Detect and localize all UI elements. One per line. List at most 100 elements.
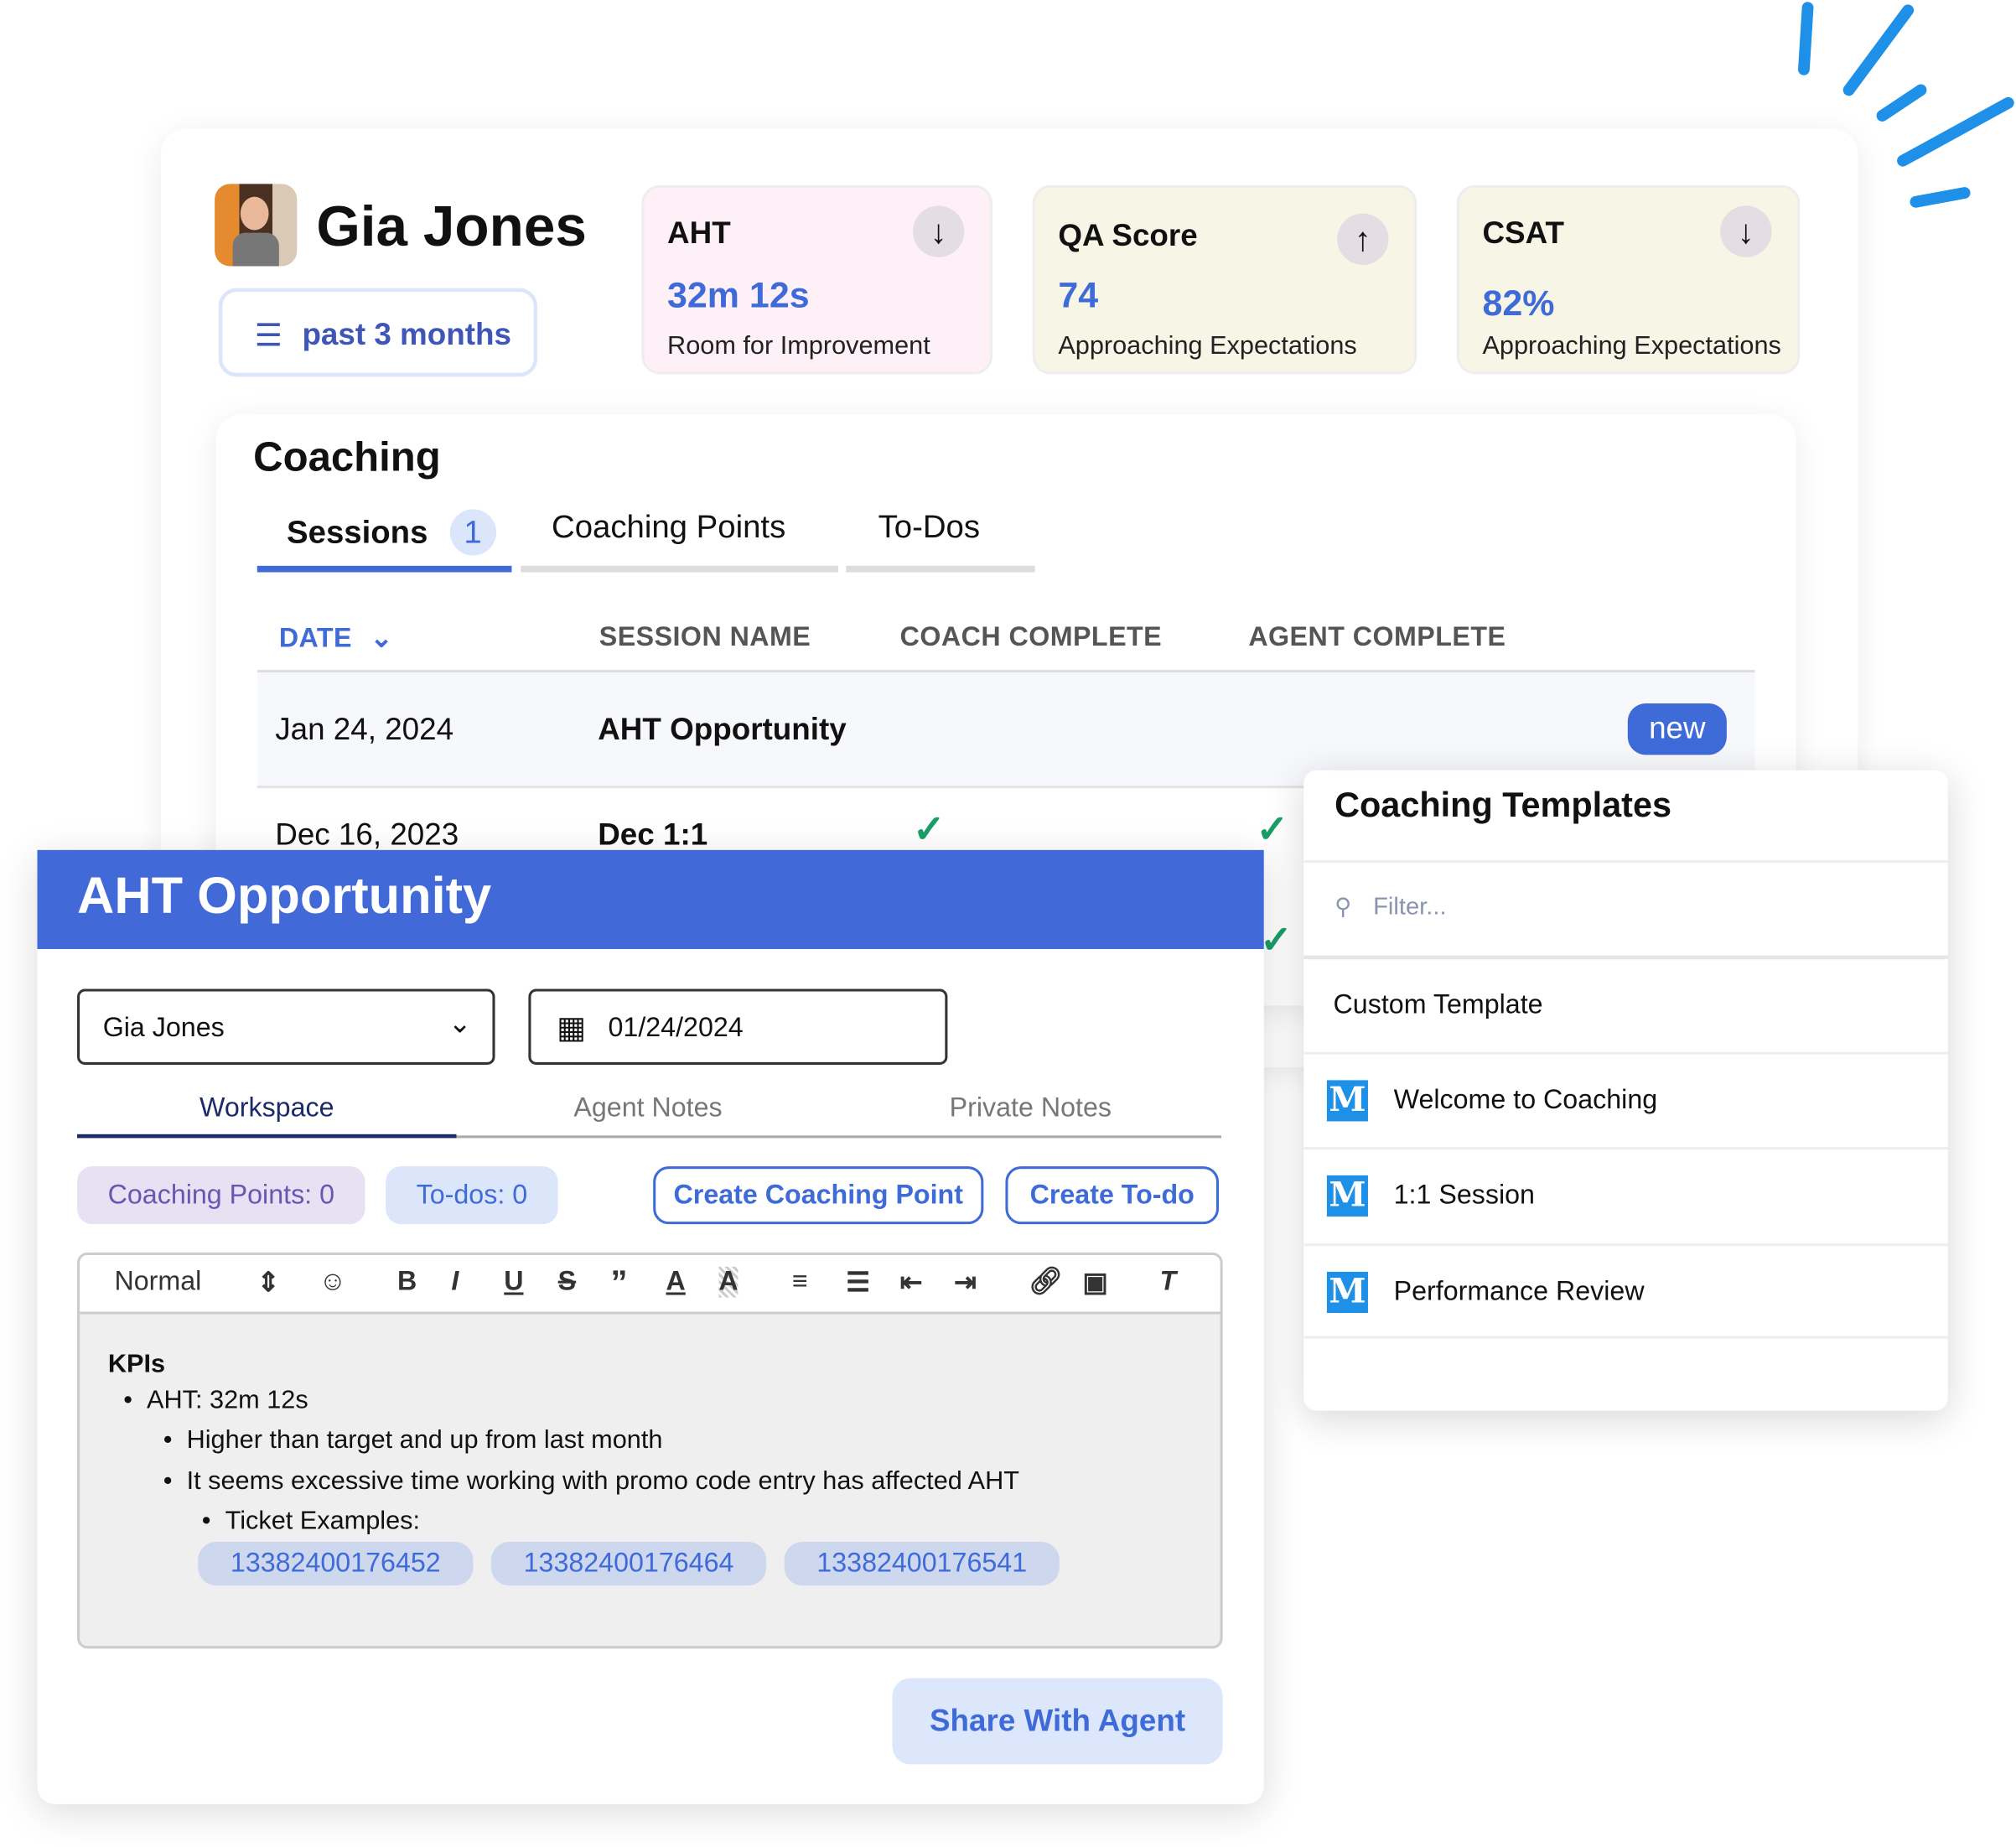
kpi-value: 32m 12s: [667, 275, 810, 315]
filter-placeholder: Filter...: [1373, 893, 1447, 921]
template-one-on-one[interactable]: M 1:1 Session: [1303, 1147, 1948, 1243]
tab-private-notes[interactable]: Private Notes: [840, 1093, 1222, 1124]
tab-label: Sessions: [287, 514, 428, 551]
emoji-icon[interactable]: ☺: [319, 1267, 346, 1298]
blockquote-icon[interactable]: ”: [611, 1263, 628, 1303]
check-icon: ✓: [1260, 919, 1293, 962]
coaching-title: Coaching: [253, 433, 441, 480]
column-date-sort[interactable]: DATE ⌄: [279, 622, 393, 654]
new-badge: new: [1627, 703, 1727, 755]
format-select-arrows-icon: ⇕: [257, 1268, 280, 1298]
column-label: DATE: [278, 623, 352, 654]
arrow-up-icon: ↑: [1337, 213, 1389, 265]
search-icon: ⚲: [1334, 893, 1352, 920]
agent-select[interactable]: Gia Jones ⌄: [77, 988, 495, 1065]
kpi-value: 82%: [1482, 283, 1555, 323]
list-item: • AHT: 32m 12s: [123, 1386, 308, 1415]
highlight-color-icon[interactable]: A: [718, 1266, 739, 1298]
kpi-status: Approaching Expectations: [1482, 331, 1781, 361]
clear-format-icon[interactable]: T: [1159, 1267, 1176, 1298]
template-performance-review[interactable]: M Performance Review: [1303, 1243, 1948, 1339]
m-logo-icon: M: [1326, 1271, 1368, 1314]
ticket-link[interactable]: 13382400176452: [198, 1542, 474, 1586]
template-filter-input[interactable]: ⚲ Filter...: [1303, 860, 1948, 956]
select-value: Gia Jones: [102, 1013, 225, 1043]
image-icon[interactable]: ▣: [1082, 1267, 1107, 1299]
template-label: Performance Review: [1393, 1277, 1645, 1307]
check-icon: ✓: [1256, 808, 1289, 852]
share-with-agent-button[interactable]: Share With Agent: [892, 1678, 1223, 1765]
outdent-icon[interactable]: ⇤: [900, 1267, 923, 1299]
italic-icon[interactable]: I: [451, 1267, 459, 1298]
sliders-icon: ☰: [254, 319, 282, 354]
kpi-label: CSAT: [1482, 215, 1564, 252]
row-session-name: Dec 1:1: [598, 817, 708, 853]
template-custom[interactable]: Custom Template: [1303, 955, 1948, 1051]
tab-divider: [521, 565, 839, 573]
list-item: • Ticket Examples:: [201, 1507, 421, 1536]
format-select[interactable]: Normal: [115, 1267, 202, 1298]
row-session-name: AHT Opportunity: [598, 712, 847, 748]
strikethrough-icon[interactable]: S: [558, 1267, 576, 1298]
ticket-link[interactable]: 13382400176464: [490, 1542, 767, 1586]
kpi-value: 74: [1058, 275, 1099, 315]
bold-icon[interactable]: B: [397, 1267, 417, 1298]
list-item: • Higher than target and up from last mo…: [163, 1425, 663, 1455]
active-tab-indicator: [257, 565, 512, 573]
column-session-name: SESSION NAME: [599, 622, 811, 652]
tab-coaching-points[interactable]: Coaching Points: [552, 509, 785, 546]
m-logo-icon: M: [1326, 1175, 1368, 1217]
arrow-down-icon: ↓: [1720, 205, 1772, 257]
avatar: [215, 184, 298, 267]
list-item-text: Higher than target and up from last mont…: [186, 1425, 663, 1455]
coaching-points-count: Coaching Points: 0: [77, 1166, 365, 1225]
kpi-status: Approaching Expectations: [1058, 331, 1357, 361]
date-range-filter-button[interactable]: ☰ past 3 months: [218, 288, 538, 377]
underline-icon[interactable]: U: [504, 1267, 523, 1298]
list-item-text: Ticket Examples:: [225, 1507, 421, 1536]
agent-name: Gia Jones: [316, 195, 587, 259]
kpi-label: AHT: [667, 215, 731, 252]
tab-to-dos[interactable]: To-Dos: [878, 509, 980, 546]
date-value: 01/24/2024: [608, 1013, 744, 1043]
kpi-card-csat: CSAT ↓ 82% Approaching Expectations: [1456, 184, 1801, 375]
chevron-down-icon: ⌄: [448, 1006, 472, 1040]
row-date: Dec 16, 2023: [275, 817, 459, 853]
modal-header: AHT Opportunity: [37, 849, 1264, 949]
ticket-link[interactable]: 13382400176541: [784, 1542, 1060, 1586]
calendar-icon: ▦: [557, 1010, 586, 1045]
indent-icon[interactable]: ⇥: [954, 1267, 977, 1299]
coaching-templates-panel: Coaching Templates ⚲ Filter... Custom Te…: [1303, 770, 1948, 1411]
m-logo-icon: M: [1326, 1080, 1368, 1122]
tab-sessions[interactable]: Sessions 1: [287, 509, 496, 556]
row-date: Jan 24, 2024: [275, 712, 454, 748]
tab-divider: [846, 565, 1035, 573]
column-agent-complete: AGENT COMPLETE: [1248, 622, 1506, 652]
session-date-input[interactable]: ▦ 01/24/2024: [528, 988, 948, 1065]
create-todo-button[interactable]: Create To-do: [1005, 1166, 1220, 1225]
filter-label: past 3 months: [302, 317, 511, 353]
sessions-count-badge: 1: [449, 509, 496, 556]
active-tab-indicator: [77, 1134, 457, 1139]
ordered-list-icon[interactable]: ≡: [792, 1267, 808, 1298]
create-coaching-point-button[interactable]: Create Coaching Point: [653, 1166, 984, 1225]
list-item: • It seems excessive time working with p…: [163, 1467, 1020, 1496]
check-icon: ✓: [912, 808, 946, 852]
list-item-text: It seems excessive time working with pro…: [186, 1467, 1020, 1496]
template-label: Welcome to Coaching: [1393, 1085, 1658, 1115]
kpi-card-qa: QA Score ↑ 74 Approaching Expectations: [1032, 184, 1417, 375]
template-label: 1:1 Session: [1393, 1180, 1535, 1211]
template-label: Custom Template: [1333, 990, 1543, 1020]
kpi-card-aht: AHT ↓ 32m 12s Room for Improvement: [641, 184, 993, 375]
tab-agent-notes[interactable]: Agent Notes: [456, 1093, 839, 1124]
link-icon[interactable]: 🔗︎: [1029, 1267, 1063, 1298]
kpi-status: Room for Improvement: [667, 331, 930, 361]
templates-title: Coaching Templates: [1334, 786, 1672, 825]
template-welcome[interactable]: M Welcome to Coaching: [1303, 1051, 1948, 1148]
arrow-down-icon: ↓: [912, 205, 965, 257]
bullet-list-icon[interactable]: ☰: [846, 1267, 870, 1299]
modal-title: AHT Opportunity: [77, 868, 492, 925]
notes-heading: KPIs: [107, 1350, 166, 1379]
text-color-icon[interactable]: A: [666, 1267, 686, 1298]
tab-workspace[interactable]: Workspace: [77, 1093, 456, 1124]
